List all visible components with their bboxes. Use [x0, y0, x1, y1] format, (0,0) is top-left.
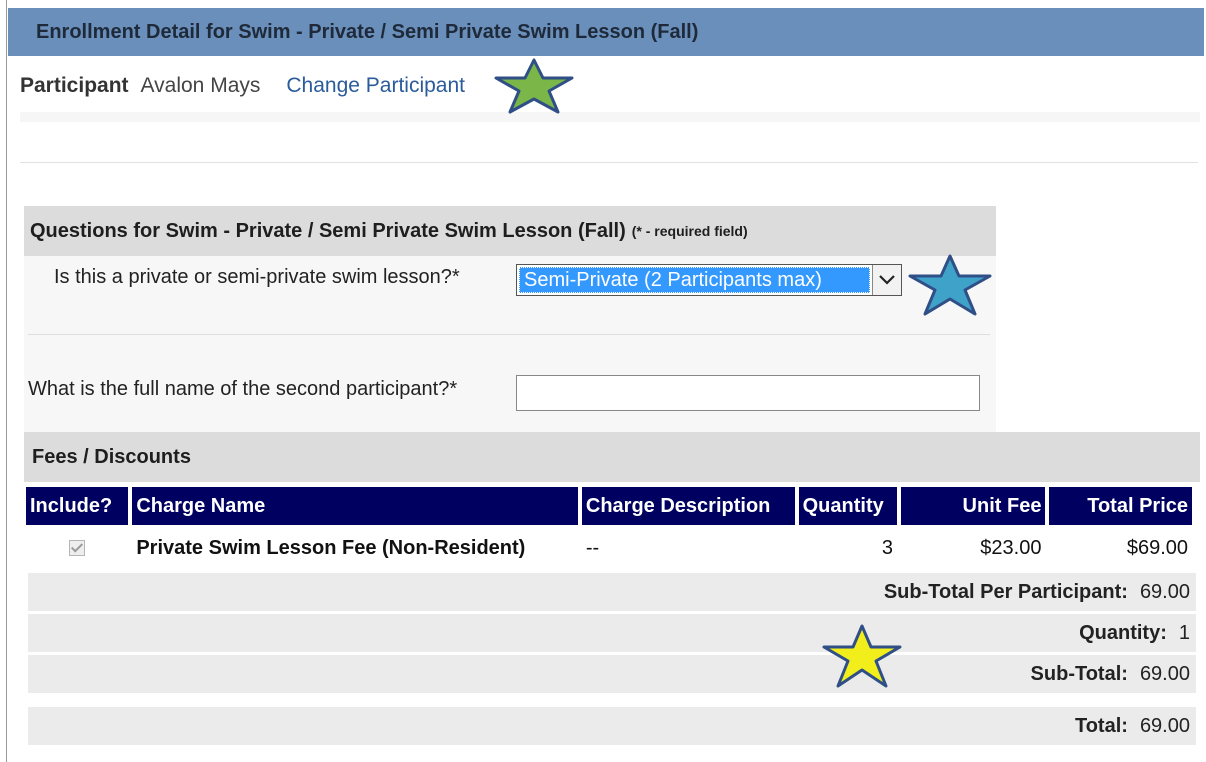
fees-table-header-row: Include? Charge Name Charge Description … — [26, 487, 1192, 525]
yellow-star-icon — [822, 624, 902, 688]
col-include: Include? — [26, 487, 129, 525]
quantity-value: 1 — [1178, 621, 1190, 644]
subtotal-per-participant-label: Sub-Total Per Participant: — [883, 580, 1128, 603]
unit-fee-cell: $23.00 — [900, 528, 1046, 568]
quantity-cell: 3 — [798, 528, 897, 568]
page-title-bar: Enrollment Detail for Swim - Private / S… — [8, 8, 1204, 56]
fees-header: Fees / Discounts — [24, 432, 1200, 482]
lesson-type-selected-value[interactable]: Semi-Private (2 Participants max) — [519, 267, 870, 293]
table-row: Private Swim Lesson Fee (Non-Resident) -… — [26, 528, 1192, 568]
charge-name-cell: Private Swim Lesson Fee (Non-Resident) — [132, 528, 578, 568]
page-title: Enrollment Detail for Swim - Private / S… — [36, 20, 699, 43]
col-total-price: Total Price — [1049, 487, 1192, 525]
charge-description-cell: -- — [581, 528, 795, 568]
col-charge-name: Charge Name — [132, 487, 578, 525]
quantity-label: Quantity: — [1079, 621, 1167, 644]
divider — [20, 162, 1198, 163]
second-participant-name-input[interactable] — [516, 375, 980, 411]
fees-title: Fees / Discounts — [32, 445, 191, 468]
fees-table: Include? Charge Name Charge Description … — [22, 484, 1196, 571]
col-charge-description: Charge Description — [581, 487, 795, 525]
change-participant-link[interactable]: Change Participant — [286, 74, 465, 98]
subtotal-per-participant-value: 69.00 — [1139, 580, 1190, 603]
questions-header: Questions for Swim - Private / Semi Priv… — [24, 206, 996, 256]
questions-title: Questions for Swim - Private / Semi Priv… — [30, 219, 626, 242]
subtotal-value: 69.00 — [1139, 662, 1190, 685]
lesson-type-select[interactable]: Semi-Private (2 Participants max) — [516, 264, 902, 296]
col-unit-fee: Unit Fee — [900, 487, 1046, 525]
chevron-down-icon[interactable] — [872, 265, 901, 295]
required-note: (* - required field) — [631, 223, 748, 239]
include-checkbox[interactable] — [69, 540, 86, 557]
second-participant-question-label: What is the full name of the second part… — [28, 378, 458, 400]
participant-name: Avalon Mays — [140, 74, 261, 97]
green-star-icon — [494, 58, 574, 114]
subtotal-per-participant-row: Sub-Total Per Participant: 69.00 — [28, 573, 1196, 611]
total-price-cell: $69.00 — [1049, 528, 1192, 568]
lesson-type-question-label: Is this a private or semi-private swim l… — [54, 266, 460, 288]
participant-shade — [20, 112, 1200, 122]
total-label: Total: — [1074, 714, 1128, 737]
participant-label: Participant — [20, 74, 129, 97]
blue-star-icon — [908, 254, 992, 316]
total-row: Total: 69.00 — [28, 707, 1196, 745]
divider — [28, 334, 990, 335]
participant-row: Participant Avalon Mays Change Participa… — [20, 74, 465, 98]
col-quantity: Quantity — [798, 487, 897, 525]
total-value: 69.00 — [1139, 714, 1190, 737]
include-cell — [26, 528, 129, 568]
subtotal-row: Sub-Total: 69.00 — [28, 655, 1196, 693]
subtotal-label: Sub-Total: — [1030, 662, 1128, 685]
quantity-row: Quantity: 1 — [28, 614, 1196, 652]
